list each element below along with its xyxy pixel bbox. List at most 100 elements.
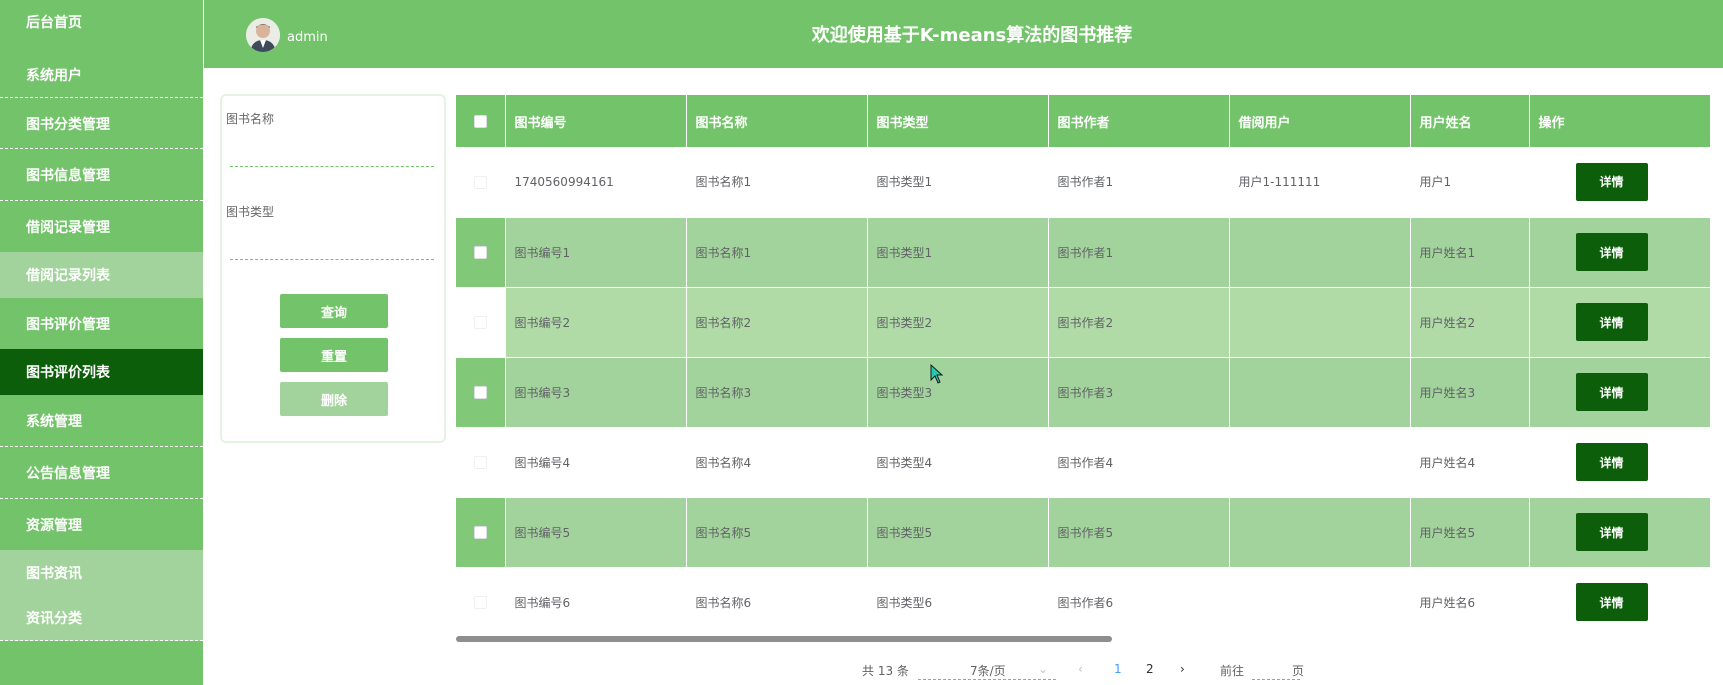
cell-user-name: 用户1 [1410,147,1530,218]
cell-book-type: 图书类型6 [867,567,1049,638]
cell-book-name: 图书名称6 [686,567,868,638]
sidebar-item-book-info[interactable]: 图书信息管理 [0,150,203,201]
cell-book-type: 图书类型5 [867,497,1049,568]
table-row: 图书编号3 图书名称3 图书类型3 图书作者3 用户姓名3 详情 [456,357,1711,428]
cell-book-author: 图书作者1 [1048,147,1230,218]
cell-book-author: 图书作者5 [1048,497,1230,568]
delete-button[interactable]: 删除 [280,382,388,416]
cell-book-type: 图书类型1 [867,217,1049,288]
cell-user-name: 用户姓名4 [1410,427,1530,498]
cell-book-id: 图书编号2 [505,287,687,358]
cell-borrow-user [1229,497,1411,568]
select-all-checkbox[interactable] [473,114,487,128]
table-header-row: 图书编号 图书名称 图书类型 图书作者 借阅用户 用户姓名 操作 [456,95,1711,147]
sidebar-item-book-news[interactable]: 图书资讯 [0,550,203,595]
goto-prefix: 前往 [1220,664,1245,678]
row-checkbox[interactable] [473,596,487,609]
reset-button[interactable]: 重置 [280,338,388,372]
sidebar-item-book-category[interactable]: 图书分类管理 [0,99,203,149]
select-all-cell [456,95,506,147]
table-row: 图书编号4 图书名称4 图书类型4 图书作者4 用户姓名4 详情 [456,427,1711,498]
cell-book-type: 图书类型3 [867,357,1049,428]
column-header[interactable]: 图书编号 [505,95,687,147]
cell-borrow-user: 用户1-111111 [1229,147,1411,218]
sidebar-item-announcements[interactable]: 公告信息管理 [0,448,203,499]
book-type-input[interactable] [230,236,434,260]
sidebar-item-system-users[interactable]: 系统用户 [0,52,203,98]
pagination: 共 13 条 7条/页 ⌄ ‹ 1 2 › 前往 页 [0,662,1723,680]
column-header[interactable]: 图书作者 [1048,95,1230,147]
detail-button[interactable]: 详情 [1575,583,1648,621]
cell-borrow-user [1229,357,1411,428]
prev-page-icon[interactable]: ‹ [1078,662,1083,676]
table-row: 图书编号5 图书名称5 图书类型5 图书作者5 用户姓名5 详情 [456,497,1711,568]
cell-book-name: 图书名称2 [686,287,868,358]
next-page-icon[interactable]: › [1180,662,1185,676]
book-type-label: 图书类型 [226,205,275,219]
column-header[interactable]: 图书类型 [867,95,1049,147]
table-row: 图书编号2 图书名称2 图书类型2 图书作者2 用户姓名2 详情 [456,287,1711,358]
cell-user-name: 用户姓名1 [1410,217,1530,288]
detail-button[interactable]: 详情 [1575,513,1648,551]
search-panel: 图书名称 图书类型 查询 重置 删除 [220,94,446,443]
row-checkbox[interactable] [473,386,487,399]
page-title: 欢迎使用基于K-means算法的图书推荐 [811,25,1133,46]
cell-user-name: 用户姓名6 [1410,567,1530,638]
book-name-label: 图书名称 [226,112,275,126]
sidebar-item-borrow-list[interactable]: 借阅记录列表 [0,252,203,298]
cell-borrow-user [1229,427,1411,498]
page-number-2[interactable]: 2 [1146,662,1154,676]
cell-book-id: 图书编号1 [505,217,687,288]
row-checkbox[interactable] [473,316,487,329]
page-number-1[interactable]: 1 [1114,662,1122,676]
detail-button[interactable]: 详情 [1575,443,1648,481]
sidebar-item-borrow-records[interactable]: 借阅记录管理 [0,202,203,252]
cell-book-name: 图书名称1 [686,147,868,218]
sidebar-item-home[interactable]: 后台首页 [0,0,203,44]
cell-book-type: 图书类型1 [867,147,1049,218]
cell-book-type: 图书类型2 [867,287,1049,358]
sidebar-item-resources[interactable]: 资源管理 [0,500,203,550]
page-size-select[interactable]: 7条/页 ⌄ [918,662,1056,680]
column-header[interactable]: 借阅用户 [1229,95,1411,147]
page-size-value: 7条/页 [970,664,1006,678]
cell-book-name: 图书名称4 [686,427,868,498]
sidebar-item-book-review[interactable]: 图书评价管理 [0,299,203,349]
search-button[interactable]: 查询 [280,294,388,328]
row-checkbox[interactable] [473,456,487,469]
sidebar-item-review-list[interactable]: 图书评价列表 [0,349,203,395]
cell-book-author: 图书作者4 [1048,427,1230,498]
detail-button[interactable]: 详情 [1575,233,1648,271]
cell-book-author: 图书作者2 [1048,287,1230,358]
book-name-input[interactable] [230,143,434,167]
column-header[interactable]: 图书名称 [686,95,868,147]
row-checkbox[interactable] [473,246,487,259]
cell-user-name: 用户姓名5 [1410,497,1530,568]
cell-book-type: 图书类型4 [867,427,1049,498]
detail-button[interactable]: 详情 [1575,303,1648,341]
sidebar: 后台首页 系统用户 图书分类管理 图书信息管理 借阅记录管理 借阅记录列表 图书… [0,0,203,685]
detail-button[interactable]: 详情 [1575,162,1648,201]
cell-book-id: 图书编号3 [505,357,687,428]
table-row: 图书编号1 图书名称1 图书类型1 图书作者1 用户姓名1 详情 [456,217,1711,288]
cell-user-name: 用户姓名2 [1410,287,1530,358]
table-row: 1740560994161 图书名称1 图书类型1 图书作者1 用户1-1111… [456,147,1711,218]
horizontal-scrollbar[interactable] [456,636,1112,642]
cell-book-id: 1740560994161 [505,147,687,218]
sidebar-item-system-management[interactable]: 系统管理 [0,396,203,447]
cell-book-name: 图书名称5 [686,497,868,568]
mouse-cursor-icon [930,363,944,388]
column-header[interactable]: 用户姓名 [1410,95,1530,147]
table-row: 图书编号6 图书名称6 图书类型6 图书作者6 用户姓名6 详情 [456,567,1711,638]
goto-suffix: 页 [1292,664,1305,678]
row-checkbox[interactable] [473,175,487,189]
cell-book-id: 图书编号4 [505,427,687,498]
cell-book-author: 图书作者3 [1048,357,1230,428]
detail-button[interactable]: 详情 [1575,373,1648,411]
chevron-down-icon: ⌄ [1038,662,1049,676]
sidebar-item-news-category[interactable]: 资讯分类 [0,595,203,641]
row-checkbox[interactable] [473,526,487,539]
cell-book-author: 图书作者1 [1048,217,1230,288]
pagination-total: 共 13 条 [862,664,909,678]
data-table: 图书编号 图书名称 图书类型 图书作者 借阅用户 用户姓名 操作 1740560… [456,95,1711,638]
